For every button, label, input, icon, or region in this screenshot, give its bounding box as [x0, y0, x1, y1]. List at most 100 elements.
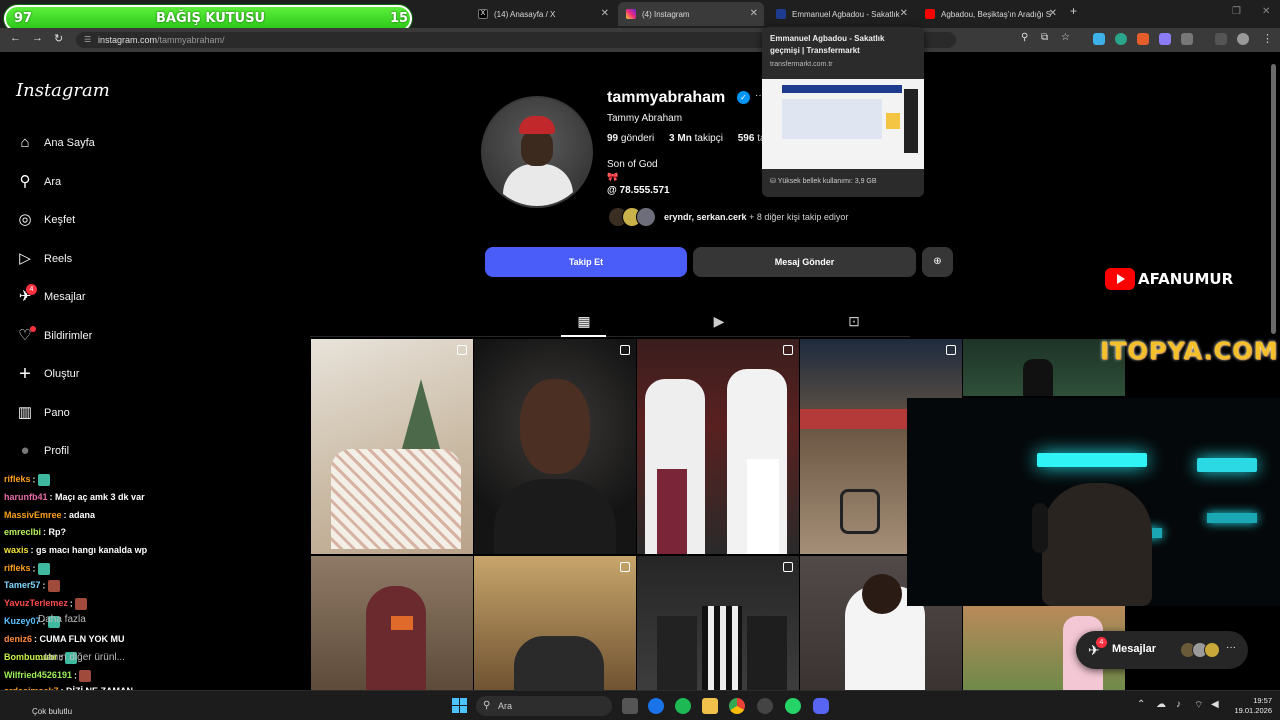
edge-icon[interactable]	[648, 698, 664, 714]
following-count: 596	[737, 133, 755, 144]
emote-icon	[38, 563, 51, 575]
sidebar-item-profile[interactable]: ● Profil	[16, 439, 69, 463]
followers-stat[interactable]: 3 Mn takipçi	[669, 133, 723, 144]
extensions-puzzle-icon[interactable]	[1181, 33, 1193, 45]
sidebar-item-label: Bildirimler	[44, 330, 93, 342]
instagram-logo[interactable]: Instagram	[16, 80, 110, 101]
install-app-icon[interactable]: ⧉	[1041, 32, 1048, 43]
spotify-icon[interactable]	[675, 698, 691, 714]
youtube-play-icon	[1105, 268, 1135, 290]
new-tab-button[interactable]: +	[1070, 4, 1077, 18]
followed-by-text: eryndr, serkan.cerk + 8 diğer kişi takip…	[664, 212, 848, 222]
scrollbar-thumb[interactable]	[1271, 64, 1276, 334]
meta-products-label[interactable]: ...tanın diğer ürünl...	[36, 652, 125, 663]
reading-list-icon[interactable]	[1215, 33, 1227, 45]
sidebar-item-search[interactable]: ⚲ Ara	[16, 170, 62, 194]
extension-icon[interactable]	[1115, 33, 1127, 45]
start-button[interactable]	[452, 698, 468, 714]
profile-avatar[interactable]	[481, 96, 593, 208]
sidebar-item-dashboard[interactable]: ▥ Pano	[16, 401, 70, 425]
sidebar-item-explore[interactable]: ◎ Keşfet	[16, 208, 75, 232]
posts-grid-tab-icon[interactable]: ▦	[576, 313, 592, 329]
taskbar-search[interactable]: ⚲ Ara	[476, 696, 612, 716]
taskbar-search-placeholder: Ara	[498, 701, 513, 711]
system-clock[interactable]: 19:57 19.01.2026	[1228, 696, 1272, 716]
sidebar-item-reels[interactable]: ▷ Reels	[16, 247, 72, 271]
extension-icon[interactable]	[1093, 33, 1105, 45]
sidebar-item-messages[interactable]: ✈ 4 Mesajlar	[16, 284, 86, 309]
preview-header-shape	[782, 85, 902, 93]
extension-icon[interactable]	[1137, 33, 1149, 45]
hover-card-title: Emmanuel Agbadou - Sakatlık geçmişi | Tr…	[770, 34, 885, 55]
carousel-icon	[620, 562, 630, 572]
sidebar-item-label: Mesajlar	[44, 291, 86, 303]
reload-icon[interactable]: ↻	[54, 32, 63, 45]
transfermarkt-icon	[776, 9, 786, 19]
profile-avatar-icon[interactable]	[1237, 33, 1249, 45]
emote-icon	[47, 580, 60, 592]
weather-widget[interactable]: Çok bulutlu	[32, 707, 72, 717]
post-thumbnail[interactable]	[474, 339, 636, 554]
site-info-icon[interactable]: ☰	[84, 32, 91, 48]
volume-icon[interactable]: ◀	[1211, 699, 1219, 710]
send-message-button[interactable]: Mesaj Gönder	[693, 247, 916, 277]
post-thumbnail[interactable]	[311, 339, 473, 554]
close-icon[interactable]: ✕	[601, 8, 609, 19]
sidebar-item-notifications[interactable]: ♡ Bildirimler	[16, 324, 92, 348]
close-icon[interactable]: ✕	[1049, 8, 1057, 19]
browser-menu-icon[interactable]: ⋮	[1262, 33, 1274, 45]
chat-message: rifleks:	[4, 474, 51, 486]
more-options-icon[interactable]: ···	[1226, 642, 1236, 653]
tab-youtube[interactable]: Agbadou, Beşiktaş'ın Aradığı S ✕	[917, 2, 1063, 26]
task-view-icon[interactable]	[622, 698, 638, 714]
extension-icon[interactable]	[1159, 33, 1171, 45]
cloud-icon[interactable]: ☁	[1156, 699, 1166, 710]
sidebar-more-label[interactable]: Daha fazla	[38, 614, 86, 625]
sidebar-item-label: Profil	[44, 445, 70, 457]
verified-badge-icon: ✓	[737, 91, 750, 104]
post-thumbnail[interactable]	[311, 556, 473, 690]
post-thumbnail[interactable]	[637, 339, 799, 554]
reels-tab-icon[interactable]: ▶	[711, 313, 727, 329]
windows-logo-icon	[452, 698, 459, 705]
close-window-icon[interactable]: ✕	[1262, 6, 1270, 17]
suggested-users-button[interactable]: ⊕	[922, 247, 953, 277]
threads-count: 78.555.571	[619, 185, 670, 196]
sidebar-item-create[interactable]: + Oluştur	[16, 362, 79, 386]
microphone-icon[interactable]: ♪	[1176, 699, 1181, 710]
avatar-face-shape	[521, 130, 553, 166]
followers-label: takipçi	[694, 133, 723, 144]
tab-instagram[interactable]: (4) Instagram ✕	[618, 2, 764, 26]
network-icon[interactable]: ⌔	[1194, 699, 1203, 712]
followed-by[interactable]: eryndr, serkan.cerk + 8 diğer kişi takip…	[608, 206, 848, 228]
restore-window-icon[interactable]: ❐	[1232, 6, 1241, 17]
chat-text: CUMA FLN YOK MU	[39, 634, 125, 644]
close-icon[interactable]: ✕	[900, 8, 908, 19]
whatsapp-icon[interactable]	[785, 698, 801, 714]
threads-link[interactable]: @ 78.555.571	[607, 185, 670, 196]
discord-icon[interactable]	[813, 698, 829, 714]
tray-overflow-icon[interactable]: ⌃	[1137, 699, 1145, 710]
forward-arrow-icon[interactable]: →	[32, 32, 43, 44]
tagged-tab-icon[interactable]: ⊡	[846, 313, 862, 329]
post-thumbnail[interactable]	[474, 556, 636, 690]
bookmark-star-icon[interactable]: ☆	[1061, 32, 1070, 43]
tab-transfermarkt[interactable]: Emmanuel Agbadou - Sakatlık ✕	[768, 2, 914, 26]
preview-ad-shape	[886, 113, 900, 129]
sidebar-item-home[interactable]: ⌂ Ana Sayfa	[16, 131, 94, 155]
tab-title: Emmanuel Agbadou - Sakatlık	[792, 9, 900, 19]
messages-pill[interactable]: ✈ 4 Mesajlar ···	[1076, 631, 1248, 669]
post-thumbnail[interactable]	[637, 556, 799, 690]
tab-x[interactable]: X (14) Anasayfa / X ✕	[470, 2, 615, 26]
chrome-icon[interactable]	[729, 698, 745, 714]
file-explorer-icon[interactable]	[702, 698, 718, 714]
obs-icon[interactable]	[757, 698, 773, 714]
profile-stats: 99 gönderi 3 Mn takipçi 596 tak	[607, 133, 783, 144]
player-shape	[657, 616, 697, 690]
back-arrow-icon[interactable]: ←	[10, 32, 21, 44]
close-icon[interactable]: ✕	[750, 8, 758, 19]
zoom-icon[interactable]: ⚲	[1021, 32, 1028, 43]
follow-button[interactable]: Takip Et	[485, 247, 687, 277]
sponsor-logo: ITOPYA.COM	[1100, 337, 1279, 365]
avatar-cap-shape	[519, 116, 555, 134]
